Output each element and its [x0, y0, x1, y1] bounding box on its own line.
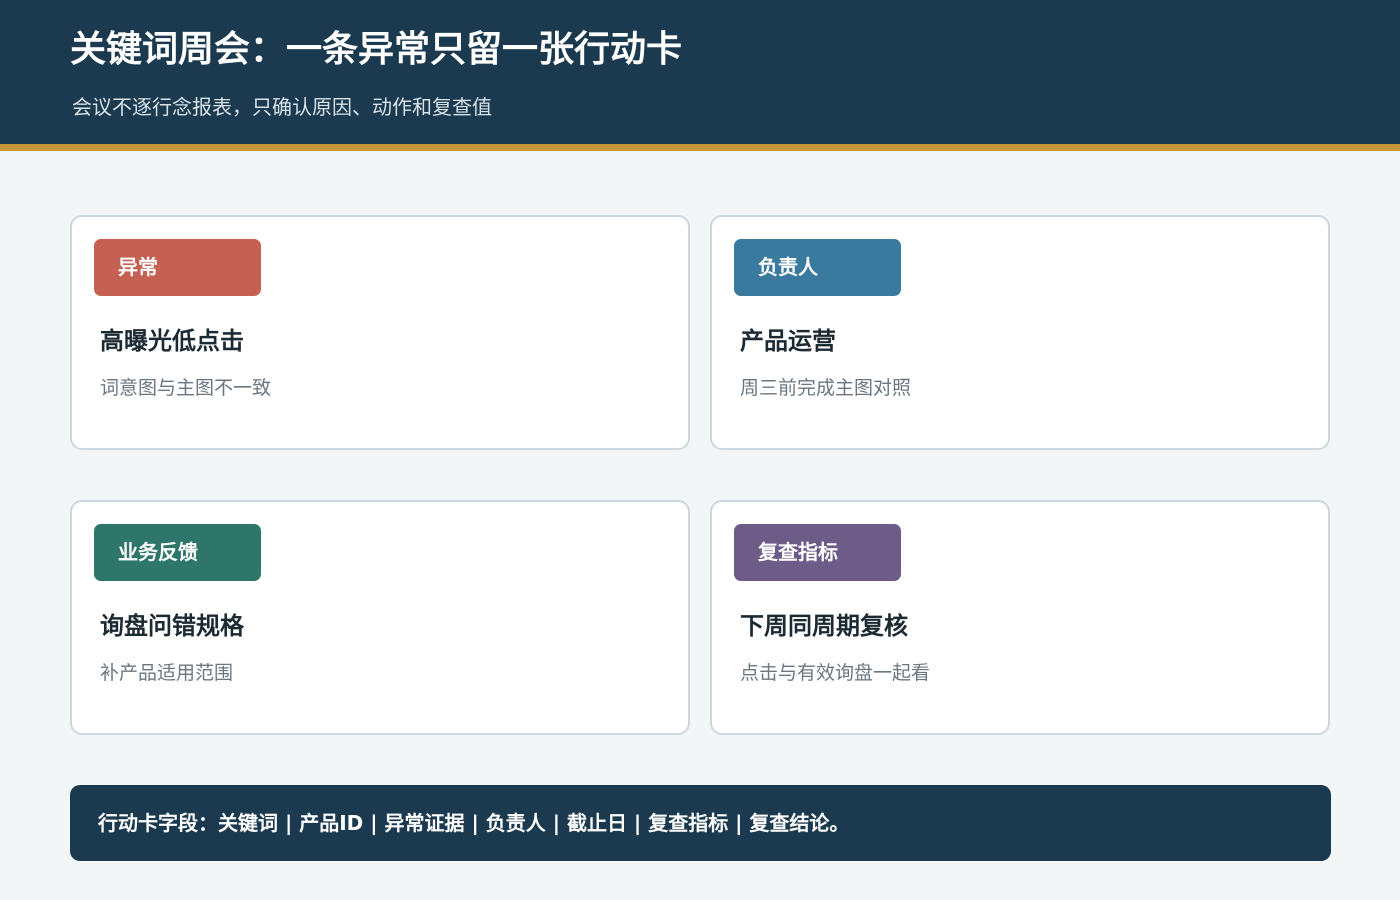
card-owner: 负责人 产品运营 周三前完成主图对照 — [710, 215, 1330, 450]
card-business-feedback: 业务反馈 询盘问错规格 补产品适用范围 — [70, 500, 690, 735]
card-desc: 词意图与主图不一致 — [100, 377, 272, 399]
header-accent-line — [0, 144, 1400, 151]
card-title: 下周同周期复核 — [740, 612, 908, 640]
card-tag-review-metric: 复查指标 — [734, 524, 901, 581]
card-desc: 点击与有效询盘一起看 — [740, 662, 931, 684]
card-anomaly: 异常 高曝光低点击 词意图与主图不一致 — [70, 215, 690, 450]
card-title: 产品运营 — [740, 327, 836, 355]
card-title: 高曝光低点击 — [100, 327, 244, 355]
card-title: 询盘问错规格 — [100, 612, 244, 640]
card-review-metric: 复查指标 下周同周期复核 点击与有效询盘一起看 — [710, 500, 1330, 735]
page-header: 关键词周会：一条异常只留一张行动卡 会议不逐行念报表，只确认原因、动作和复查值 — [0, 0, 1400, 144]
card-tag-owner: 负责人 — [734, 239, 901, 296]
card-desc: 周三前完成主图对照 — [740, 377, 912, 399]
action-card-fields-bar: 行动卡字段：关键词 | 产品ID | 异常证据 | 负责人 | 截止日 | 复查… — [70, 785, 1331, 861]
page-subtitle: 会议不逐行念报表，只确认原因、动作和复查值 — [72, 95, 492, 119]
card-tag-business-feedback: 业务反馈 — [94, 524, 261, 581]
card-tag-anomaly: 异常 — [94, 239, 261, 296]
page-title: 关键词周会：一条异常只留一张行动卡 — [70, 29, 683, 70]
card-desc: 补产品适用范围 — [100, 662, 234, 684]
